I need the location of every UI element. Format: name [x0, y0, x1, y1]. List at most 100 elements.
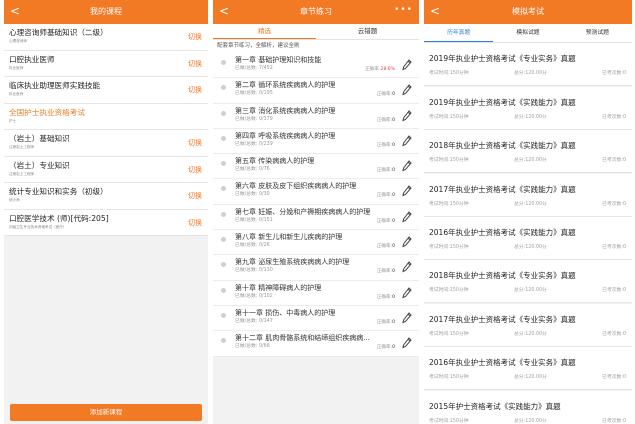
- course-list: 心理咨询师基础知识（二级） 心理咨询师 切换 口腔执业医师 执业医师 切换 临床执业助理医师…: [4, 24, 208, 236]
- chapter-item[interactable]: 第十一章 损伤、中毒病人的护理 已做/总数: 0/147 正确率:0: [213, 305, 419, 332]
- switch-button[interactable]: 切换: [188, 138, 202, 148]
- pencil-icon[interactable]: [402, 211, 412, 223]
- exam-item[interactable]: 2019年执业护士资格考试《实践能力》真题 考试时间:150分钟 总分:120.00…: [424, 86, 632, 130]
- more-icon[interactable]: •••: [394, 0, 413, 20]
- exam-attempts: 已考次数:0: [602, 244, 626, 250]
- tab-mock-papers[interactable]: 模拟试题: [493, 24, 562, 42]
- pencil-icon[interactable]: [402, 135, 412, 147]
- tab-bar: 精选 云错题: [213, 24, 419, 40]
- back-arrow-icon[interactable]: <: [430, 0, 440, 23]
- exam-attempts: 已考次数:0: [602, 201, 626, 207]
- chapter-item[interactable]: 第四章 呼吸系统疾病病人的护理 已做/总数: 0/239 正确率:0: [213, 128, 419, 155]
- my-courses-screen: < 我的课程 心理咨询师基础知识（二级） 心理咨询师 切换 口腔执业医师 执业医师 切换临…: [4, 0, 208, 424]
- course-item[interactable]: 口腔医学技术 (师)[代码:205] 初级卫生专业技术资格考试（医疗） 切换: [4, 209, 208, 236]
- mock-exam-screen: < 模拟考试 历年真题 模拟试题 预测试题 2019年执业护士资格考试《专业实务…: [424, 0, 632, 424]
- exam-total-score: 总分:120.00分: [514, 201, 547, 207]
- page-title: 章节练习: [300, 7, 332, 16]
- back-arrow-icon[interactable]: <: [10, 0, 20, 23]
- chapter-title: 第三章 消化系统疾病病人的护理: [235, 106, 336, 115]
- back-arrow-icon[interactable]: <: [219, 0, 229, 23]
- exam-meta: 考试时间:150分钟 总分:120.00分 已考次数:0: [429, 286, 632, 296]
- pencil-icon[interactable]: [402, 59, 412, 71]
- pencil-icon[interactable]: [402, 185, 412, 197]
- status-dot-icon: [221, 60, 226, 65]
- status-dot-icon: [221, 135, 226, 141]
- tab-featured[interactable]: 精选: [213, 24, 316, 39]
- exam-duration: 考试时间:150分钟: [429, 244, 469, 250]
- pencil-icon[interactable]: [402, 261, 412, 273]
- progress-label: 已做/总数:: [235, 243, 259, 249]
- accuracy-rate: 正确率:0: [377, 167, 395, 173]
- switch-button[interactable]: 切换: [188, 85, 202, 95]
- switch-button[interactable]: 切换: [188, 32, 202, 42]
- tab-forecast-papers[interactable]: 预测试题: [563, 24, 632, 42]
- course-item[interactable]: 口腔执业医师 执业医师 切换: [4, 50, 208, 77]
- tab-cloud-mistakes[interactable]: 云错题: [316, 24, 419, 39]
- progress-value: 0/151: [258, 217, 273, 223]
- accuracy-value: 0: [392, 269, 395, 275]
- tab-past-papers[interactable]: 历年真题: [424, 24, 494, 42]
- progress-value: 0/66: [258, 344, 270, 350]
- pencil-icon[interactable]: [402, 337, 412, 349]
- header-bar: < 章节练习 •••: [213, 0, 419, 24]
- course-item[interactable]: （岩土）专业知识 注册岩土工程师 切换: [4, 156, 208, 183]
- pencil-icon[interactable]: [402, 84, 412, 96]
- switch-button[interactable]: 切换: [188, 59, 202, 69]
- pencil-icon[interactable]: [402, 236, 412, 248]
- chapter-item[interactable]: 第二章 循环系统疾病病人的护理 已做/总数: 0/195 正确率:0: [213, 78, 419, 104]
- exam-meta: 考试时间:150分钟 总分:120.00分 已考次数:0: [429, 69, 632, 79]
- accuracy-rate: 正确率:0: [377, 117, 395, 123]
- course-category: 执业医师: [9, 92, 24, 96]
- course-category: 执业医师: [9, 65, 24, 70]
- chapter-item[interactable]: 第七章 妊娠、分娩和产褥期疾病病人的护理 已做/总数: 0/151 正确率:0: [213, 204, 419, 231]
- exam-item[interactable]: 2016年执业护士资格考试《实践能力》真题 考试时间:150分钟 总分:120.00…: [424, 216, 632, 260]
- chapter-item[interactable]: 第一章 基础护理知识和技能 已做/总数: 7/452 正确率:28.6%: [213, 53, 419, 79]
- course-item[interactable]: 统计专业知识和实务（初级） 统计师 切换: [4, 183, 208, 210]
- chapter-item[interactable]: 第十二章 肌肉骨骼系统和结缔组织疾病病... 已做/总数: 0/66 正确率:0: [213, 331, 419, 357]
- hint-text: 配套章节练习，全解析，建议全刷: [213, 40, 419, 53]
- exam-item[interactable]: 2017年执业护士资格考试《实践能力》真题 考试时间:150分钟 总分:120.00…: [424, 173, 632, 217]
- pencil-icon[interactable]: [402, 160, 412, 172]
- chapter-item[interactable]: 第三章 消化系统疾病病人的护理 已做/总数: 0/379 正确率:0: [213, 103, 419, 129]
- course-name: （岩土）基础知识: [9, 134, 70, 143]
- course-item[interactable]: 临床执业助理医师实践技能 执业医师 切换: [4, 77, 208, 104]
- exam-attempts: 已考次数:0: [602, 375, 626, 381]
- status-dot-icon: [221, 186, 226, 192]
- exam-attempts: 已考次数:0: [602, 71, 626, 77]
- exam-attempts: 已考次数:0: [602, 288, 626, 294]
- exam-item[interactable]: 2015年护士资格考试《实践能力》真题 考试时间:150分钟 总分:120.00分 已…: [424, 390, 632, 424]
- exam-item[interactable]: 2018年执业护士资格考试《实践能力》真题 考试时间:150分钟 总分:120.00…: [424, 130, 632, 174]
- add-course-button[interactable]: 添加新课程: [10, 404, 202, 421]
- status-dot-icon: [221, 287, 226, 293]
- pencil-icon[interactable]: [402, 109, 412, 122]
- accuracy-value: 0: [392, 168, 395, 174]
- chapter-item[interactable]: 第五章 传染病病人的护理 已做/总数: 0/76 正确率:0: [213, 154, 419, 180]
- accuracy-rate: 正确率:0: [377, 142, 395, 148]
- chapter-item[interactable]: 第八章 新生儿和新生儿疾病的护理 已做/总数: 0/26 正确率:0: [213, 230, 419, 256]
- chapter-title: 第十章 精神障碍病人的护理: [235, 283, 322, 292]
- chapter-item[interactable]: 第六章 皮肤及皮下组织疾病病人的护理 已做/总数: 0/30 正确率:0: [213, 179, 419, 205]
- chapter-practice-screen: < 章节练习 ••• 精选 云错题 配套章节练习，全解析，建议全刷 第一章 基础…: [213, 0, 419, 424]
- chapter-item[interactable]: 第九章 泌尿生殖系统疾病病人的护理 已做/总数: 0/130 正确率:0: [213, 255, 419, 281]
- course-item[interactable]: 心理咨询师基础知识（二级） 心理咨询师 切换: [4, 24, 208, 51]
- progress-label: 已做/总数:: [235, 344, 259, 350]
- accuracy-rate: 正确率:0: [377, 218, 395, 224]
- exam-item[interactable]: 2018年执业护士资格考试《专业实务》真题 考试时间:150分钟 总分:120.00…: [424, 260, 632, 304]
- exam-title: 2016年执业护士资格考试《专业实务》真题: [429, 358, 576, 368]
- exam-item[interactable]: 2016年执业护士资格考试《专业实务》真题 考试时间:150分钟 总分:120.00…: [424, 347, 632, 391]
- switch-button[interactable]: 切换: [188, 218, 202, 228]
- exam-item[interactable]: 2019年执业护士资格考试《专业实务》真题 考试时间:150分钟 总分:120.00…: [424, 43, 632, 87]
- progress-label: 已做/总数:: [235, 217, 259, 223]
- course-item[interactable]: 全国护士执业资格考试 护士: [4, 103, 208, 130]
- switch-button[interactable]: 切换: [188, 165, 202, 175]
- exam-item[interactable]: 2017年执业护士资格考试《专业实务》真题 考试时间:150分钟 总分:120.00…: [424, 303, 632, 347]
- chapter-item[interactable]: 第十章 精神障碍病人的护理 已做/总数: 0/102 正确率:0: [213, 280, 419, 306]
- switch-button[interactable]: 切换: [188, 191, 202, 201]
- exam-attempts: 已考次数:0: [602, 158, 626, 164]
- accuracy-rate: 正确率:0: [377, 294, 395, 300]
- status-dot-icon: [221, 161, 226, 167]
- pencil-icon[interactable]: [402, 286, 412, 299]
- progress-value: 0/239: [258, 141, 273, 147]
- pencil-icon[interactable]: [402, 312, 412, 324]
- course-item[interactable]: （岩土）基础知识 注册岩土工程师 切换: [4, 130, 208, 157]
